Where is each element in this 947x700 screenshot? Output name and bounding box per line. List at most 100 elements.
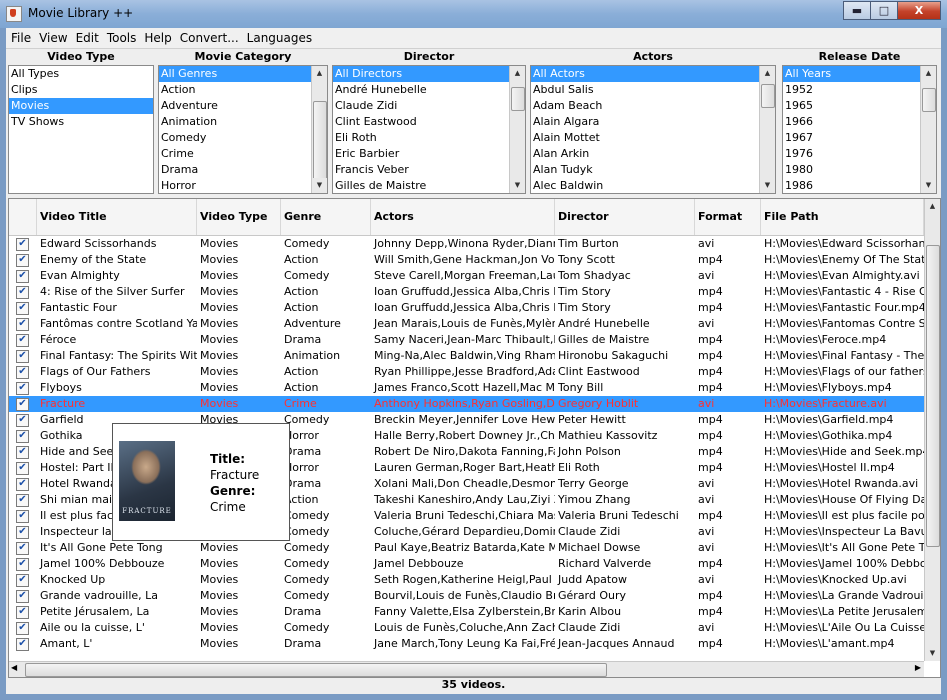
menu-view[interactable]: View — [34, 28, 70, 48]
scroll-down-arrow-icon[interactable]: ▼ — [312, 178, 327, 193]
release-date-list-item[interactable]: 1980 — [783, 162, 920, 178]
scroll-down-arrow-icon[interactable]: ▼ — [921, 178, 936, 193]
table-row[interactable]: ✔ Fracture Movies Crime Anthony Hopkins,Ryan… — [9, 396, 924, 412]
release-date-list-item[interactable]: All Years — [783, 66, 920, 82]
table-horizontal-scrollbar[interactable]: ◀ ▶ — [9, 661, 924, 677]
table-row[interactable]: ✔ Edward Scissorhands Movies Comedy Johnny D… — [9, 236, 924, 252]
row-checkbox[interactable]: ✔ — [16, 366, 29, 379]
row-checkbox[interactable]: ✔ — [16, 638, 29, 651]
table-row[interactable]: ✔ Knocked Up Movies Comedy Seth Rogen,Kather… — [9, 572, 924, 588]
scroll-up-arrow-icon[interactable]: ▲ — [925, 199, 940, 214]
maximize-button[interactable]: □ — [870, 1, 898, 20]
movie-category-list-item[interactable]: Action — [159, 82, 311, 98]
row-checkbox[interactable]: ✔ — [16, 350, 29, 363]
row-checkbox[interactable]: ✔ — [16, 526, 29, 539]
table-row[interactable]: ✔ Amant, L' Movies Drama Jane March,Tony Leu… — [9, 636, 924, 652]
scroll-up-arrow-icon[interactable]: ▲ — [510, 66, 525, 81]
scroll-up-arrow-icon[interactable]: ▲ — [312, 66, 327, 81]
menu-help[interactable]: Help — [139, 28, 174, 48]
scroll-up-arrow-icon[interactable]: ▲ — [921, 66, 936, 81]
menu-file[interactable]: File — [6, 28, 34, 48]
scroll-thumb[interactable] — [511, 87, 525, 111]
table-row[interactable]: ✔ Final Fantasy: The Spirits WithinMovies… — [9, 348, 924, 364]
col-video-title-header[interactable]: Video Title — [37, 199, 197, 235]
director-list-item[interactable]: Clint Eastwood — [333, 114, 509, 130]
movie-category-list-item[interactable]: Adventure — [159, 98, 311, 114]
col-genre-header[interactable]: Genre — [281, 199, 371, 235]
row-checkbox[interactable]: ✔ — [16, 302, 29, 315]
table-row[interactable]: ✔ Jamel 100% Debbouze Movies Comedy Jamel De… — [9, 556, 924, 572]
scroll-down-arrow-icon[interactable]: ▼ — [510, 178, 525, 193]
scroll-right-arrow-icon[interactable]: ▶ — [915, 663, 921, 672]
row-checkbox[interactable]: ✔ — [16, 446, 29, 459]
scroll-thumb[interactable] — [313, 100, 327, 181]
scroll-thumb[interactable] — [922, 88, 936, 112]
col-actors-header[interactable]: Actors — [371, 199, 555, 235]
scroll-up-arrow-icon[interactable]: ▲ — [760, 66, 775, 81]
scroll-down-arrow-icon[interactable]: ▼ — [760, 178, 775, 193]
actors-list-item[interactable]: Alain Algara — [531, 114, 759, 130]
actors-list-item[interactable]: All Actors — [531, 66, 759, 82]
menu-languages[interactable]: Languages — [242, 28, 315, 48]
scroll-thumb[interactable] — [926, 245, 940, 547]
release-date-list-item[interactable]: 1967 — [783, 130, 920, 146]
movie-category-list-item[interactable]: Drama — [159, 162, 311, 178]
video-type-list-item[interactable]: All Types — [9, 66, 153, 82]
menu-tools[interactable]: Tools — [102, 28, 140, 48]
video-type-list-item[interactable]: Clips — [9, 82, 153, 98]
video-type-list-item[interactable]: TV Shows — [9, 114, 153, 130]
row-checkbox[interactable]: ✔ — [16, 270, 29, 283]
minimize-button[interactable]: ▬ — [843, 1, 871, 20]
director-scrollbar[interactable]: ▲ ▼ — [509, 66, 525, 193]
row-checkbox[interactable]: ✔ — [16, 606, 29, 619]
video-type-list-item[interactable]: Movies — [9, 98, 153, 114]
director-list-item[interactable]: All Directors — [333, 66, 509, 82]
table-vertical-scrollbar[interactable]: ▲ ▼ — [924, 199, 940, 661]
scroll-left-arrow-icon[interactable]: ◀ — [11, 663, 17, 672]
row-checkbox[interactable]: ✔ — [16, 254, 29, 267]
row-checkbox[interactable]: ✔ — [16, 574, 29, 587]
close-button[interactable]: X — [897, 1, 941, 20]
director-list-item[interactable]: Eric Barbier — [333, 146, 509, 162]
movie-category-scrollbar[interactable]: ▲ ▼ — [311, 66, 327, 193]
actors-list-item[interactable]: Alain Mottet — [531, 130, 759, 146]
actors-list-item[interactable]: Alec Baldwin — [531, 178, 759, 193]
checkbox-column-header[interactable] — [9, 199, 37, 235]
table-row[interactable]: ✔ Flyboys Movies Action James Franco,Scott H… — [9, 380, 924, 396]
table-row[interactable]: ✔ 4: Rise of the Silver Surfer Movies Actio… — [9, 284, 924, 300]
col-director-header[interactable]: Director — [555, 199, 695, 235]
row-checkbox[interactable]: ✔ — [16, 478, 29, 491]
row-checkbox[interactable]: ✔ — [16, 286, 29, 299]
director-list-item[interactable]: André Hunebelle — [333, 82, 509, 98]
table-row[interactable]: ✔ Aile ou la cuisse, L' Movies Comedy Louis … — [9, 620, 924, 636]
horizontal-scroll-thumb[interactable] — [25, 663, 607, 677]
director-list-item[interactable]: Eli Roth — [333, 130, 509, 146]
col-file-path-header[interactable]: File Path — [761, 199, 924, 235]
row-checkbox[interactable]: ✔ — [16, 542, 29, 555]
director-list-item[interactable]: Gilles de Maistre — [333, 178, 509, 193]
actors-list-item[interactable]: Alan Arkin — [531, 146, 759, 162]
table-row[interactable]: ✔ Enemy of the State Movies Action Will Smit… — [9, 252, 924, 268]
table-row[interactable]: ✔ Evan Almighty Movies Comedy Steve Carell,M… — [9, 268, 924, 284]
row-checkbox[interactable]: ✔ — [16, 494, 29, 507]
row-checkbox[interactable]: ✔ — [16, 558, 29, 571]
release-date-scrollbar[interactable]: ▲ ▼ — [920, 66, 936, 193]
actors-list-item[interactable]: Alan Tudyk — [531, 162, 759, 178]
col-video-type-header[interactable]: Video Type — [197, 199, 281, 235]
movie-category-list-item[interactable]: Comedy — [159, 130, 311, 146]
director-list-item[interactable]: Claude Zidi — [333, 98, 509, 114]
table-row[interactable]: ✔ Flags of Our Fathers Movies Action Ryan Ph… — [9, 364, 924, 380]
row-checkbox[interactable]: ✔ — [16, 590, 29, 603]
scroll-thumb[interactable] — [761, 84, 775, 108]
actors-list-item[interactable]: Abdul Salis — [531, 82, 759, 98]
row-checkbox[interactable]: ✔ — [16, 462, 29, 475]
row-checkbox[interactable]: ✔ — [16, 382, 29, 395]
table-row[interactable]: ✔ It's All Gone Pete Tong Movies Comedy Paul… — [9, 540, 924, 556]
table-row[interactable]: ✔ Fantastic Four Movies Action Ioan Gruffudd… — [9, 300, 924, 316]
movie-category-list-item[interactable]: Crime — [159, 146, 311, 162]
release-date-list-item[interactable]: 1952 — [783, 82, 920, 98]
director-list-item[interactable]: Francis Veber — [333, 162, 509, 178]
row-checkbox[interactable]: ✔ — [16, 414, 29, 427]
actors-scrollbar[interactable]: ▲ ▼ — [759, 66, 775, 193]
row-checkbox[interactable]: ✔ — [16, 398, 29, 411]
